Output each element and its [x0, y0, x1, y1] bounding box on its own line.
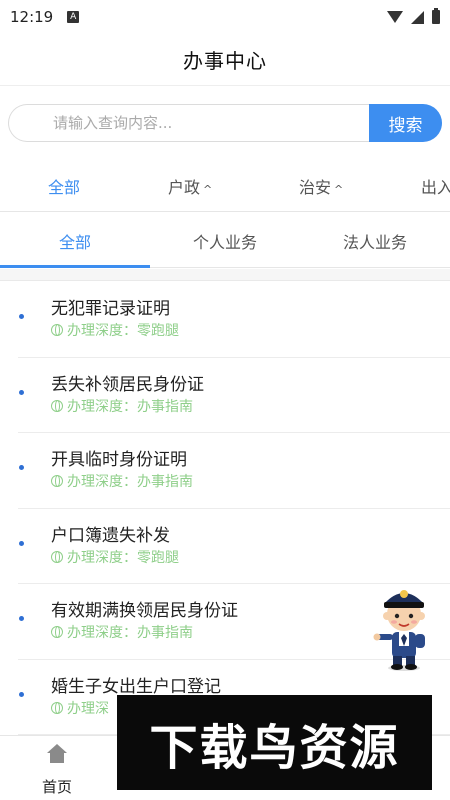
category-label: 治安 — [299, 178, 332, 197]
globe-icon — [51, 399, 63, 412]
active-tab-indicator — [0, 265, 150, 268]
service-depth: 办理深度：零跑腿 — [51, 547, 179, 567]
service-depth-text: 办理深度：零跑腿 — [67, 549, 179, 566]
search-box — [8, 104, 380, 142]
page-title: 办事中心 — [183, 49, 267, 73]
list-item[interactable]: 无犯罪记录证明 办理深度：零跑腿 — [18, 282, 450, 358]
watermark-text: 下载鸟资源 — [149, 719, 400, 776]
list-item[interactable]: 开具临时身份证明 办理深度：办事指南 — [18, 433, 450, 509]
category-household[interactable]: 户政 ^ — [168, 174, 212, 198]
service-title: 无犯罪记录证明 — [51, 299, 170, 319]
search-input[interactable] — [9, 105, 380, 141]
service-depth-text: 办理深度：办事指南 — [67, 398, 193, 415]
category-label: 出入 — [421, 178, 450, 197]
service-depth-text: 办理深度：办事指南 — [67, 625, 193, 641]
service-depth-text: 办理深 — [67, 700, 109, 717]
tab-label: 法人业务 — [342, 233, 407, 252]
signal-icon — [411, 10, 424, 24]
status-icons — [387, 8, 440, 24]
globe-icon — [51, 626, 63, 638]
tab-label: 全部 — [58, 233, 91, 252]
bullet-dot-icon — [19, 616, 24, 621]
caret-up-icon: ^ — [334, 183, 344, 196]
globe-icon — [51, 475, 63, 487]
service-depth-text: 办理深度：办事指南 — [67, 474, 193, 490]
search-row: 搜索 — [8, 104, 442, 142]
category-public-security[interactable]: 治安 ^ — [299, 174, 343, 198]
home-icon — [47, 744, 67, 764]
service-depth: 办理深度：办事指南 — [51, 622, 193, 642]
globe-icon — [51, 324, 63, 336]
service-depth: 办理深度：办事指南 — [51, 396, 193, 416]
service-title: 丢失补领居民身份证 — [51, 374, 204, 395]
service-depth-text: 办理深度：零跑腿 — [67, 323, 179, 339]
globe-icon — [51, 550, 63, 563]
watermark-overlay: 下载鸟资源 — [117, 695, 432, 790]
section-divider — [0, 269, 450, 281]
bullet-dot-icon — [19, 389, 24, 395]
bullet-dot-icon — [19, 691, 24, 697]
tab-label: 个人业务 — [192, 233, 257, 252]
service-depth: 办理深度：办事指南 — [51, 471, 193, 491]
list-item[interactable]: 丢失补领居民身份证 办理深度：办事指南 — [18, 358, 450, 433]
search-button[interactable]: 搜索 — [369, 104, 442, 142]
service-title: 户口簿遗失补发 — [51, 525, 170, 546]
bullet-dot-icon — [19, 465, 24, 470]
title-bar: 办事中心 — [0, 34, 450, 86]
app-notification-icon: A — [67, 11, 80, 23]
business-tabs: 全部 个人业务 法人业务 — [0, 214, 450, 268]
service-depth: 办理深度：零跑腿 — [51, 320, 179, 340]
category-entry-exit[interactable]: 出入 — [421, 174, 450, 198]
service-title: 婚生子女出生户口登记 — [51, 676, 221, 697]
status-bar: 12:19 A — [0, 0, 450, 34]
tab-all[interactable]: 全部 — [0, 214, 150, 268]
list-item[interactable]: 户口簿遗失补发 办理深度：零跑腿 — [18, 509, 450, 584]
category-label: 全部 — [48, 178, 81, 197]
nav-home-label: 首页 — [41, 778, 72, 796]
bullet-dot-icon — [19, 540, 24, 546]
status-time: 12:19 — [10, 8, 54, 26]
service-depth: 办理深 — [51, 698, 109, 718]
tab-corporate-business[interactable]: 法人业务 — [300, 214, 450, 268]
battery-icon — [432, 8, 440, 24]
category-label: 户政 — [168, 178, 201, 197]
category-filter-bar: 全部 户政 ^ 治安 ^ 出入 — [0, 160, 450, 212]
nav-home[interactable]: 首页 — [30, 742, 84, 798]
tab-personal-business[interactable]: 个人业务 — [150, 214, 300, 268]
caret-up-icon: ^ — [203, 183, 213, 196]
police-mascot-icon[interactable] — [372, 578, 436, 672]
service-title: 开具临时身份证明 — [51, 450, 187, 470]
bullet-dot-icon — [19, 314, 24, 319]
globe-icon — [51, 701, 63, 714]
category-all[interactable]: 全部 — [48, 174, 80, 198]
service-title: 有效期满换领居民身份证 — [51, 601, 238, 621]
wifi-icon — [387, 11, 403, 23]
